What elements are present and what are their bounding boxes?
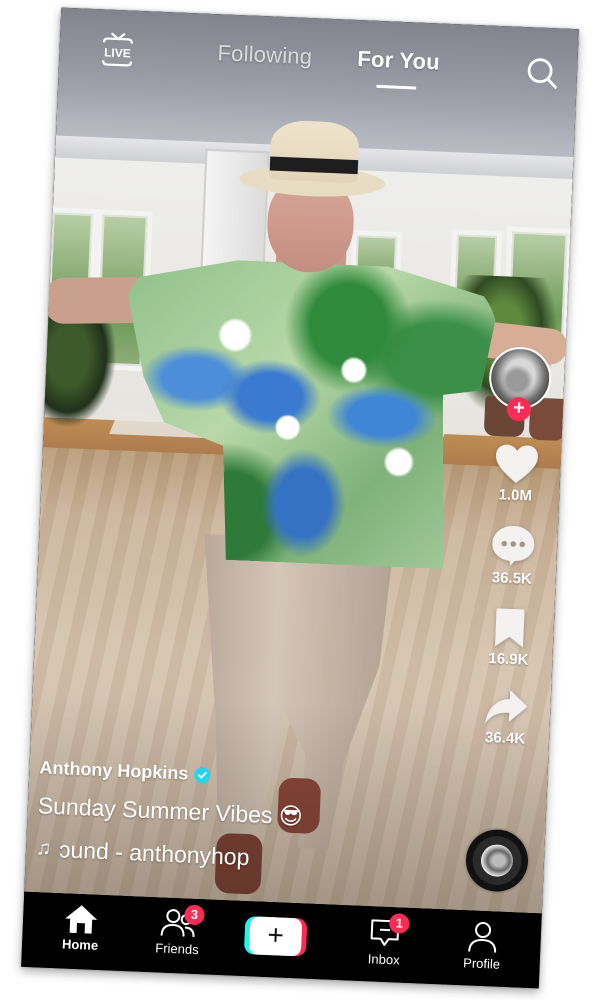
comment-icon [492, 525, 535, 566]
create-plus-icon: + [248, 916, 303, 957]
create-button[interactable]: + [243, 916, 308, 957]
nav-profile-label: Profile [462, 955, 501, 972]
bookmark-count: 16.9K [488, 650, 529, 669]
tab-following[interactable]: Following [217, 40, 313, 70]
home-icon [65, 905, 98, 934]
heart-icon [495, 444, 538, 484]
nav-inbox-label: Inbox [367, 951, 400, 968]
like-count: 1.0M [498, 486, 533, 505]
share-arrow-icon [484, 689, 528, 724]
live-label: LIVE [104, 45, 131, 60]
active-tab-indicator [376, 84, 417, 90]
video-description: Sunday Summer Vibes 😎 [37, 792, 304, 830]
verified-badge-icon [194, 766, 211, 783]
nav-home[interactable]: Home [40, 903, 122, 954]
follow-button[interactable]: + [506, 396, 532, 422]
scene-plant [33, 306, 119, 431]
tab-for-you[interactable]: For You [357, 46, 440, 75]
share-count: 36.4K [484, 728, 526, 748]
live-button[interactable]: LIVE [97, 25, 139, 71]
nav-inbox[interactable]: 1 Inbox [343, 913, 425, 968]
profile-icon [468, 922, 497, 953]
share-button[interactable]: 36.4K [467, 686, 545, 748]
sound-cover-art [480, 843, 514, 878]
friends-badge: 3 [184, 904, 205, 926]
music-note-icon: ♫ [35, 837, 52, 860]
search-icon [527, 58, 557, 89]
live-tv-icon: LIVE [102, 32, 133, 67]
bookmark-button[interactable]: 16.9K [470, 605, 548, 669]
nav-profile[interactable]: Profile [441, 919, 523, 972]
inbox-badge: 1 [388, 913, 410, 934]
nav-home-label: Home [61, 936, 99, 953]
author-avatar-button[interactable]: + [487, 345, 553, 422]
bookmark-icon [494, 608, 525, 648]
nav-friends-label: Friends [155, 940, 199, 958]
search-button[interactable] [524, 55, 561, 92]
video-caption: Anthony Hopkins Sunday Summer Vibes 😎 ♫ … [36, 757, 440, 879]
like-button[interactable]: 1.0M [477, 441, 555, 505]
nav-friends[interactable]: 3 Friends [137, 904, 219, 958]
comment-count: 36.5K [491, 569, 533, 588]
comment-button[interactable]: 36.5K [473, 522, 552, 588]
phone-screen: LIVE Following For You + 1.0M 36.5K 16.9… [21, 7, 579, 989]
